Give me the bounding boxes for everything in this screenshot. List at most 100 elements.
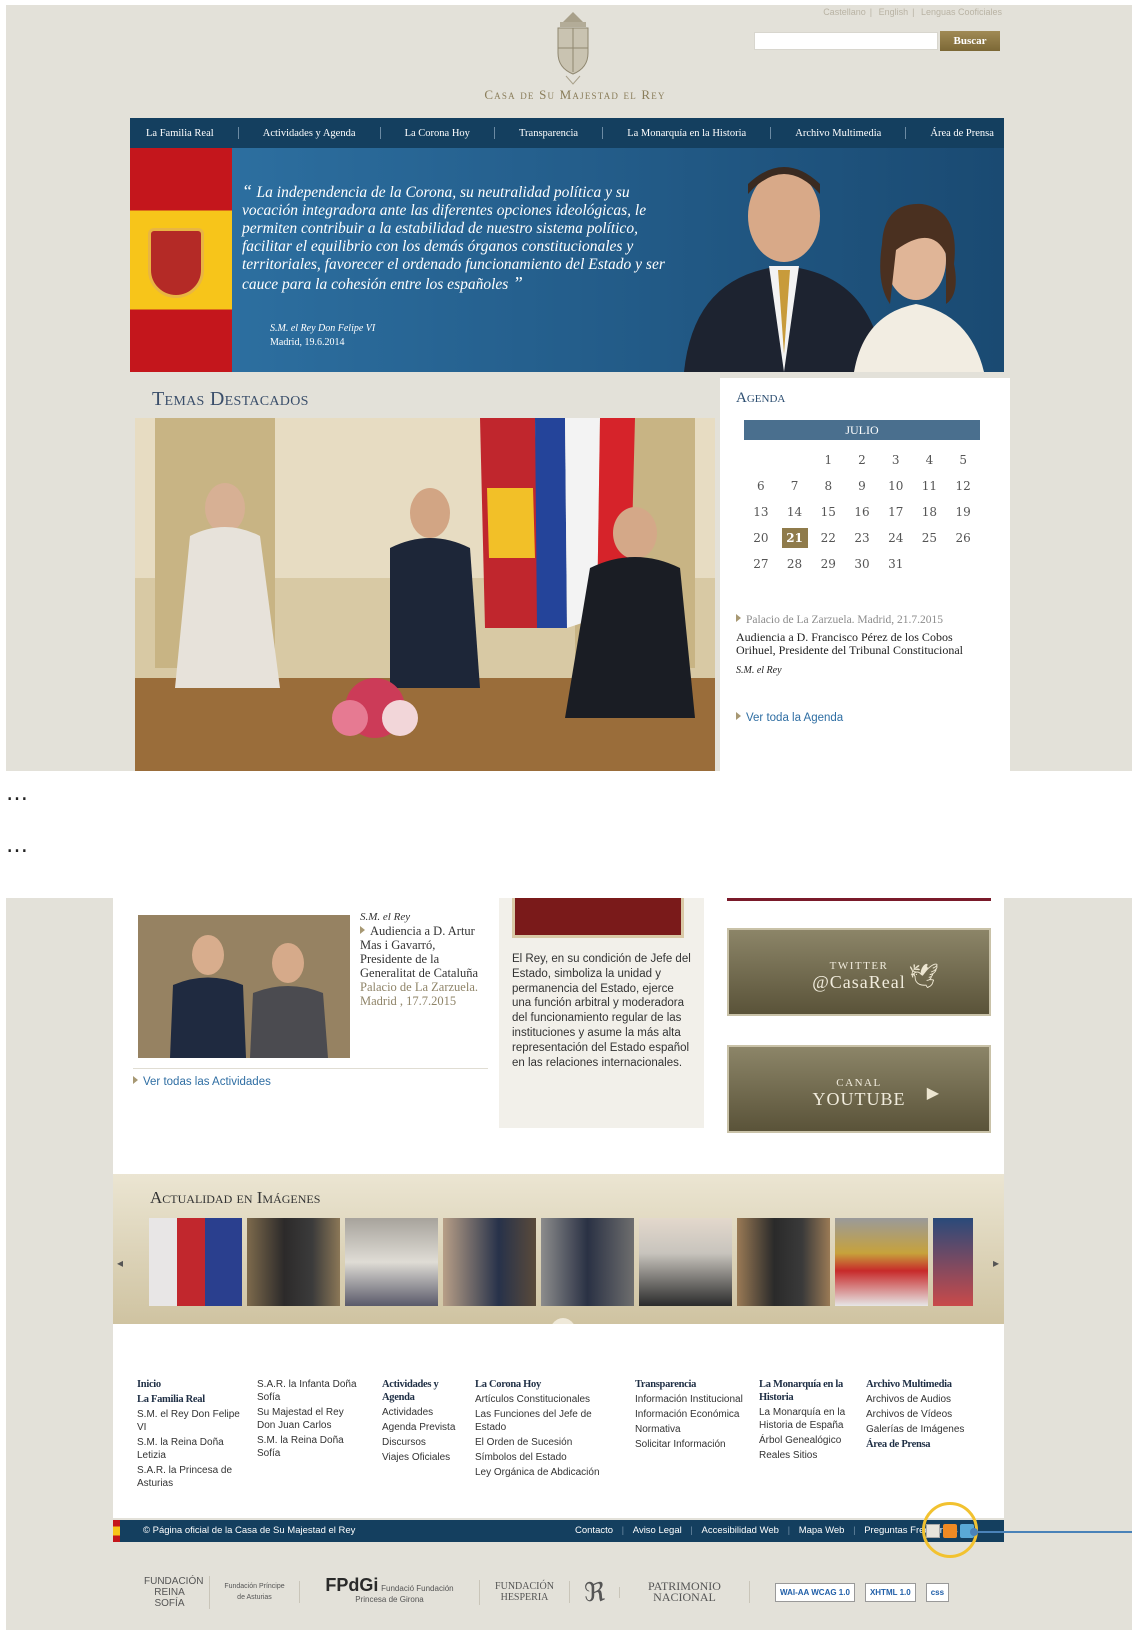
calendar-day[interactable]: 19 [946,502,980,522]
sponsor-fpdgi[interactable]: FPdGi Fundació Fundación Princesa de Gir… [300,1576,480,1605]
footer-link[interactable]: La Monarquía en la Historia [759,1378,857,1404]
carousel-thumb[interactable] [443,1218,536,1306]
footer-link[interactable]: Agenda Prevista [382,1421,460,1434]
nav-corona-hoy[interactable]: La Corona Hoy [405,128,470,139]
sponsor-hesperia[interactable]: FUNDACIÓN HESPERIA [480,1581,570,1603]
calendar-day[interactable]: 12 [946,476,980,496]
footer-link[interactable]: Archivos de Vídeos [866,1408,996,1421]
footer-link[interactable]: Solicitar Información [635,1438,745,1451]
carousel-thumb[interactable] [835,1218,928,1306]
carousel-thumb[interactable] [639,1218,732,1306]
calendar-day[interactable]: 3 [879,450,913,470]
carousel-prev-icon[interactable]: ◂ [117,1256,123,1270]
see-all-agenda-link[interactable]: Ver toda la Agenda [736,712,843,724]
calendar-day[interactable]: 15 [811,502,845,522]
contact-link[interactable]: Contacto [575,1525,613,1536]
footer-link[interactable]: Normativa [635,1423,745,1436]
calendar-day[interactable]: 18 [913,502,947,522]
carousel-thumb[interactable] [345,1218,438,1306]
footer-link[interactable]: Artículos Constitucionales [475,1393,615,1406]
search-button[interactable]: Buscar [940,31,1000,51]
calendar-day[interactable]: 25 [913,528,947,548]
footer-link[interactable]: S.A.R. la Princesa de Asturias [137,1464,249,1490]
nav-actividades[interactable]: Actividades y Agenda [263,128,356,139]
calendar-day[interactable]: 11 [913,476,947,496]
hero-banner[interactable]: “ La independencia de la Corona, su neut… [130,148,1004,372]
calendar-day[interactable]: 1 [811,450,845,470]
event-title[interactable]: Audiencia a D. Francisco Pérez de los Co… [736,630,976,658]
nav-transparencia[interactable]: Transparencia [519,128,578,139]
footer-link[interactable]: Archivo Multimedia [866,1378,996,1391]
footer-link[interactable]: Galerías de Imágenes [866,1423,996,1436]
footer-link[interactable]: Árbol Genealógico [759,1434,857,1447]
legal-link[interactable]: Aviso Legal [633,1525,682,1536]
footer-link[interactable]: Discursos [382,1436,460,1449]
calendar-day[interactable]: 30 [845,554,879,574]
search-input[interactable] [754,32,938,50]
calendar-day[interactable]: 10 [879,476,913,496]
footer-link[interactable]: Símbolos del Estado [475,1451,615,1464]
accessibility-link[interactable]: Accesibilidad Web [701,1525,778,1536]
agenda-event[interactable]: Palacio de La Zarzuela. Madrid, 21.7.201… [736,614,976,677]
calendar-day[interactable]: 21 [781,528,808,548]
twitter-button[interactable]: TWITTER @CasaReal 🕊 [727,928,991,1016]
footer-link[interactable]: La Corona Hoy [475,1378,615,1391]
footer-link[interactable]: El Orden de Sucesión [475,1436,615,1449]
footer-link[interactable]: Actividades [382,1406,460,1419]
calendar-day[interactable]: 14 [778,502,812,522]
featured-photo[interactable] [135,418,715,771]
calendar-day[interactable]: 7 [778,476,812,496]
w3c-xhtml-badge[interactable]: XHTML 1.0 [864,1582,916,1602]
carousel-thumb[interactable] [737,1218,830,1306]
nav-archivo[interactable]: Archivo Multimedia [795,128,881,139]
lang-cooficiales[interactable]: Lenguas Cooficiales [921,7,1002,17]
footer-link[interactable]: Archivos de Audios [866,1393,996,1406]
footer-link[interactable]: Viajes Oficiales [382,1451,460,1464]
calendar-day[interactable]: 2 [845,450,879,470]
footer-link[interactable]: Inicio [137,1378,249,1391]
calendar-day[interactable]: 22 [811,528,845,548]
footer-link[interactable]: Las Funciones del Jefe de Estado [475,1408,615,1434]
see-all-activities-link[interactable]: Ver todas las Actividades [133,1076,271,1088]
lang-castellano[interactable]: Castellano [823,7,866,17]
calendar-day[interactable]: 31 [879,554,913,574]
calendar-day[interactable]: 8 [811,476,845,496]
footer-link[interactable]: S.A.R. la Infanta Doña Sofía [257,1378,361,1404]
calendar-day[interactable]: 16 [845,502,879,522]
footer-link[interactable]: Información Institucional [635,1393,745,1406]
activity-entry[interactable]: S.M. el Rey Audiencia a D. Artur Mas i G… [360,910,480,1008]
calendar-day[interactable]: 27 [744,554,778,574]
nav-monarquia[interactable]: La Monarquía en la Historia [627,128,746,139]
site-title[interactable]: Casa de Su Majestad el Rey [0,87,1132,103]
gr-monogram-icon[interactable]: ℜ [570,1579,620,1605]
activity-title[interactable]: Audiencia a D. Artur Mas i Gavarró, Pres… [360,924,478,980]
royal-crest-icon[interactable] [548,8,598,86]
activity-photo[interactable] [138,915,350,1058]
carousel-thumb[interactable] [247,1218,340,1306]
footer-link[interactable]: La Monarquía en la Historia de España [759,1406,857,1432]
calendar-day[interactable]: 4 [913,450,947,470]
footer-link[interactable]: Área de Prensa [866,1438,996,1451]
sitemap-link[interactable]: Mapa Web [799,1525,845,1536]
lang-english[interactable]: English [879,7,909,17]
footer-link[interactable]: Su Majestad el Rey Don Juan Carlos [257,1406,361,1432]
document-image[interactable] [512,898,684,938]
footer-link[interactable]: Ley Orgánica de Abdicación [475,1466,615,1479]
sponsor-patrimonio[interactable]: PATRIMONIO NACIONAL [620,1580,750,1603]
calendar-day[interactable]: 29 [811,554,845,574]
calendar-day[interactable]: 17 [879,502,913,522]
carousel-next-icon[interactable]: ▸ [993,1256,999,1270]
carousel-thumb[interactable] [541,1218,634,1306]
calendar-day[interactable]: 5 [946,450,980,470]
calendar-day[interactable]: 24 [879,528,913,548]
calendar-day[interactable]: 6 [744,476,778,496]
carousel-thumb[interactable] [933,1218,973,1306]
calendar-day[interactable]: 23 [845,528,879,548]
footer-link[interactable]: S.M. la Reina Doña Letizia [137,1436,249,1462]
footer-link[interactable]: S.M. el Rey Don Felipe VI [137,1408,249,1434]
footer-link[interactable]: Información Económica [635,1408,745,1421]
w3c-css-badge[interactable]: css [925,1582,950,1602]
footer-link[interactable]: Reales Sitios [759,1449,857,1462]
footer-link[interactable]: S.M. la Reina Doña Sofía [257,1434,361,1460]
calendar-day[interactable]: 28 [778,554,812,574]
